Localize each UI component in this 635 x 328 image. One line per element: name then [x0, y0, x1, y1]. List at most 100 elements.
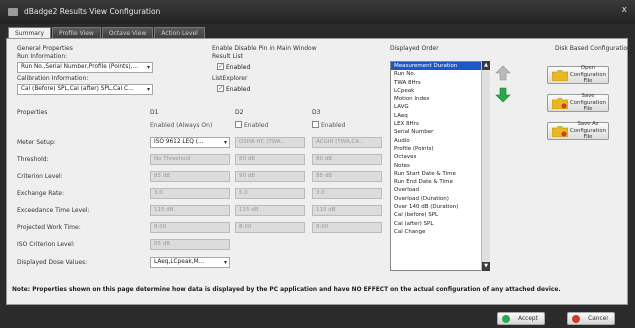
- list-item[interactable]: Octaves: [391, 153, 489, 161]
- list-item[interactable]: Notes: [391, 162, 489, 170]
- checkbox-icon: [217, 84, 224, 92]
- result-list-label: Result List: [212, 53, 243, 60]
- d3-state-label: Enabled: [321, 122, 346, 129]
- list-item[interactable]: Overload (Duration): [391, 195, 489, 203]
- d2-exchange-rate-field: 5.0: [235, 188, 305, 199]
- title-bar: dBadge2 Results View Configuration x: [0, 0, 635, 24]
- d3-exchange-rate-field: 3.0: [312, 188, 382, 199]
- d3-enable-checkbox[interactable]: Enabled: [312, 121, 345, 129]
- list-explorer-checkbox[interactable]: Enabled: [217, 84, 251, 93]
- row-label-meter-setup: Meter Setup:: [17, 139, 56, 146]
- d1-dose-values-value: LAeq,LCpeak,M...: [154, 259, 205, 265]
- result-list-check-label: Enabled: [226, 64, 251, 71]
- move-up-arrow-icon[interactable]: [495, 65, 511, 81]
- d1-meter-setup-combo[interactable]: ISO 9612 LEQ (... ▾: [150, 137, 230, 148]
- run-information-value: Run No.,Serial Number,Profile (Points),.…: [21, 64, 138, 70]
- note-text: Note: Properties shown on this page dete…: [12, 287, 561, 293]
- column-d3: D3: [312, 109, 321, 116]
- folder-icon: [552, 98, 568, 109]
- d2-exceedance-field: 115 dB: [235, 205, 305, 216]
- column-d2: D2: [235, 109, 244, 116]
- calibration-information-combo[interactable]: Cal (Before) SPL,Cal (after) SPL,Cal C..…: [17, 84, 153, 95]
- list-item[interactable]: Cal Change: [391, 228, 489, 236]
- list-item[interactable]: TWA 8Hrs: [391, 79, 489, 87]
- d1-iso-criterion-field: 85 dB: [150, 239, 230, 250]
- d3-criterion-field: 85 dB: [312, 171, 382, 182]
- enable-disable-heading: Enable Disable Pin in Main Window: [212, 45, 317, 52]
- displayed-order-list[interactable]: Measurement Duration Run No. TWA 8Hrs LC…: [390, 61, 490, 271]
- summary-panel: General Properties Run Information: Run …: [6, 38, 631, 305]
- d1-dose-values-combo[interactable]: LAeq,LCpeak,M... ▾: [150, 257, 230, 268]
- list-item[interactable]: Cal (before) SPL: [391, 211, 489, 219]
- d2-criterion-field: 90 dB: [235, 171, 305, 182]
- save-configuration-label: Save Configuration File: [570, 93, 606, 113]
- move-down-arrow-icon[interactable]: [495, 87, 511, 103]
- list-item[interactable]: Overload: [391, 186, 489, 194]
- row-label-projected-work-time: Projected Work Time:: [17, 224, 81, 231]
- general-properties-heading: General Properties: [17, 45, 73, 52]
- d3-exceedance-field: 115 dB: [312, 205, 382, 216]
- d2-meter-setup-field: OSHA HC (TWA...: [235, 137, 305, 148]
- list-item[interactable]: Measurement Duration: [391, 62, 489, 71]
- checkbox-icon: [312, 121, 319, 128]
- list-item[interactable]: Motion Index: [391, 95, 489, 103]
- open-configuration-button[interactable]: Open Configuration File: [547, 65, 609, 85]
- checkbox-icon: [235, 121, 242, 128]
- list-item[interactable]: Over 140 dB (Duration): [391, 203, 489, 211]
- d3-work-time-field: 8:00: [312, 222, 382, 233]
- open-configuration-label: Open Configuration File: [570, 65, 606, 85]
- list-item[interactable]: LAeq: [391, 112, 489, 120]
- close-icon[interactable]: x: [622, 5, 627, 15]
- row-label-exceedance: Exceedance Time Level:: [17, 207, 90, 214]
- accept-label: Accept: [518, 316, 538, 322]
- row-label-threshold: Threshold:: [17, 156, 49, 163]
- list-item[interactable]: LEX 8Hrs: [391, 120, 489, 128]
- chevron-down-icon: ▾: [146, 86, 150, 93]
- calibration-information-label: Calibration Information:: [17, 75, 89, 82]
- window-title: dBadge2 Results View Configuration: [24, 7, 161, 16]
- d2-work-time-field: 8:00: [235, 222, 305, 233]
- properties-heading: Properties: [17, 109, 48, 116]
- list-item[interactable]: Profile (Points): [391, 145, 489, 153]
- d1-threshold-field: No Threshold: [150, 154, 230, 165]
- cancel-button[interactable]: Cancel: [567, 312, 615, 325]
- scroll-up-icon[interactable]: ▲: [482, 61, 490, 70]
- displayed-order-heading: Displayed Order: [390, 45, 439, 52]
- disk-config-heading: Disk Based Configuration: [555, 45, 631, 52]
- chevron-down-icon: ▾: [223, 139, 227, 146]
- list-item[interactable]: Run End Date & Time: [391, 178, 489, 186]
- list-explorer-check-label: Enabled: [226, 86, 251, 93]
- list-item[interactable]: Run Start Date & Time: [391, 170, 489, 178]
- run-information-combo[interactable]: Run No.,Serial Number,Profile (Points),.…: [17, 62, 153, 73]
- result-list-checkbox[interactable]: Enabled: [217, 62, 251, 71]
- d3-meter-setup-field: ACGIH (TWA,CA...: [312, 137, 382, 148]
- save-as-configuration-label: Save As Configuration File: [570, 121, 606, 141]
- folder-icon: [552, 70, 568, 81]
- list-item[interactable]: Run No.: [391, 70, 489, 78]
- cancel-x-icon: [572, 315, 580, 323]
- accept-button[interactable]: Accept: [497, 312, 545, 325]
- list-item[interactable]: LAVG: [391, 103, 489, 111]
- calibration-information-value: Cal (Before) SPL,Cal (after) SPL,Cal C..…: [21, 86, 134, 92]
- list-item[interactable]: Serial Number: [391, 128, 489, 136]
- chevron-down-icon: ▾: [146, 64, 150, 71]
- scroll-down-icon[interactable]: ▼: [482, 262, 490, 271]
- checkbox-icon: [217, 62, 224, 70]
- list-item[interactable]: LCpeak: [391, 87, 489, 95]
- list-item[interactable]: Audio: [391, 137, 489, 145]
- list-scrollbar[interactable]: ▲ ▼: [481, 61, 490, 271]
- save-as-configuration-button[interactable]: Save As Configuration File: [547, 121, 609, 141]
- list-item[interactable]: Cal (after) SPL: [391, 220, 489, 228]
- d1-exceedance-field: 115 dB: [150, 205, 230, 216]
- row-label-iso-criterion: ISO Criterion Level:: [17, 241, 75, 248]
- row-label-exchange-rate: Exchange Rate:: [17, 190, 65, 197]
- row-label-dose-values: Displayed Dose Values:: [17, 259, 88, 266]
- accept-check-icon: [502, 315, 510, 323]
- save-configuration-button[interactable]: Save Configuration File: [547, 93, 609, 113]
- d2-threshold-field: 80 dB: [235, 154, 305, 165]
- column-d1: D1: [150, 109, 159, 116]
- d3-threshold-field: 80 dB: [312, 154, 382, 165]
- row-label-criterion-level: Criterion Level:: [17, 173, 63, 180]
- d2-enable-checkbox[interactable]: Enabled: [235, 121, 268, 129]
- folder-icon: [552, 126, 568, 137]
